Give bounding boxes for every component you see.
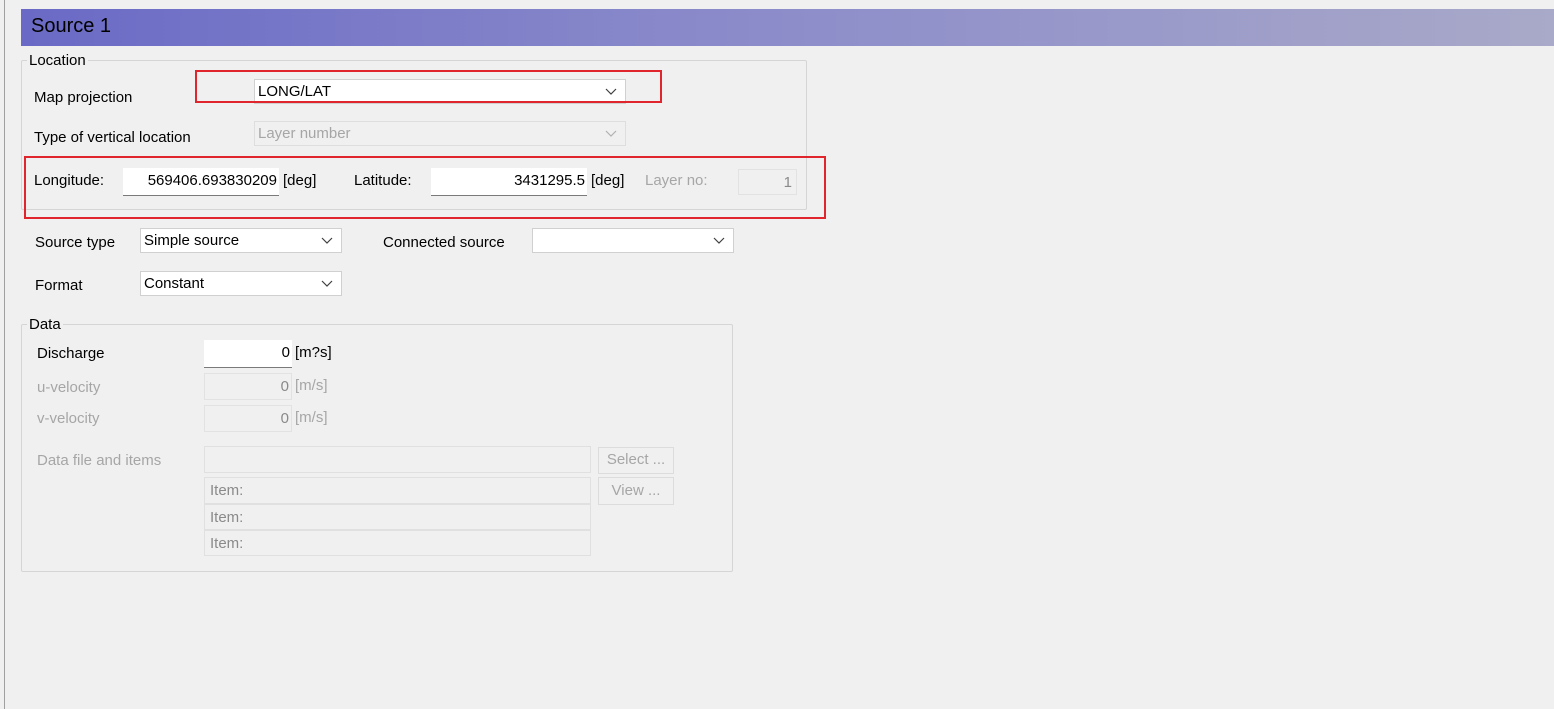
discharge-label: Discharge: [37, 345, 105, 362]
format-select[interactable]: Constant: [140, 271, 342, 296]
v-velocity-label: v-velocity: [37, 410, 100, 427]
item-row[interactable]: Item:: [204, 504, 591, 530]
u-velocity-label: u-velocity: [37, 379, 101, 396]
discharge-input[interactable]: 0: [204, 340, 292, 368]
item-row[interactable]: Item:: [204, 477, 591, 504]
connected-source-select[interactable]: [532, 228, 734, 253]
connected-source-label: Connected source: [383, 234, 505, 251]
vertical-location-label: Type of vertical location: [34, 129, 191, 146]
chevron-down-icon: [321, 280, 333, 287]
source-type-value: Simple source: [144, 232, 240, 249]
format-label: Format: [35, 277, 83, 294]
data-file-label: Data file and items: [37, 452, 162, 469]
v-velocity-value: 0: [280, 410, 289, 427]
data-group-label: Data: [27, 316, 63, 333]
v-velocity-unit: [m/s]: [295, 409, 328, 426]
page-title: Source 1: [31, 15, 112, 37]
format-value: Constant: [144, 275, 205, 292]
discharge-unit: [m?s]: [295, 344, 332, 361]
data-file-input[interactable]: [204, 446, 591, 473]
view-button[interactable]: View ...: [598, 477, 674, 505]
discharge-value: 0: [281, 344, 290, 361]
u-velocity-unit: [m/s]: [295, 377, 328, 394]
map-projection-highlight: [195, 70, 662, 103]
item-label: Item:: [210, 509, 244, 526]
vertical-location-value: Layer number: [258, 125, 351, 142]
u-velocity-input[interactable]: 0: [204, 373, 292, 400]
vertical-location-select[interactable]: Layer number: [254, 121, 626, 146]
chevron-down-icon: [321, 237, 333, 244]
chevron-down-icon: [605, 130, 617, 137]
chevron-down-icon: [713, 237, 725, 244]
source-type-label: Source type: [35, 234, 116, 251]
item-row[interactable]: Item:: [204, 530, 591, 556]
title-bar: Source 1: [21, 9, 1554, 46]
select-button[interactable]: Select ...: [598, 447, 674, 474]
item-label: Item:: [210, 482, 244, 499]
u-velocity-value: 0: [280, 378, 289, 395]
source-type-select[interactable]: Simple source: [140, 228, 342, 253]
window-left-border: [4, 0, 5, 709]
coordinates-highlight: [24, 156, 826, 219]
map-projection-label: Map projection: [34, 89, 133, 106]
v-velocity-input[interactable]: 0: [204, 405, 292, 432]
item-label: Item:: [210, 535, 244, 552]
location-group-label: Location: [27, 52, 88, 69]
